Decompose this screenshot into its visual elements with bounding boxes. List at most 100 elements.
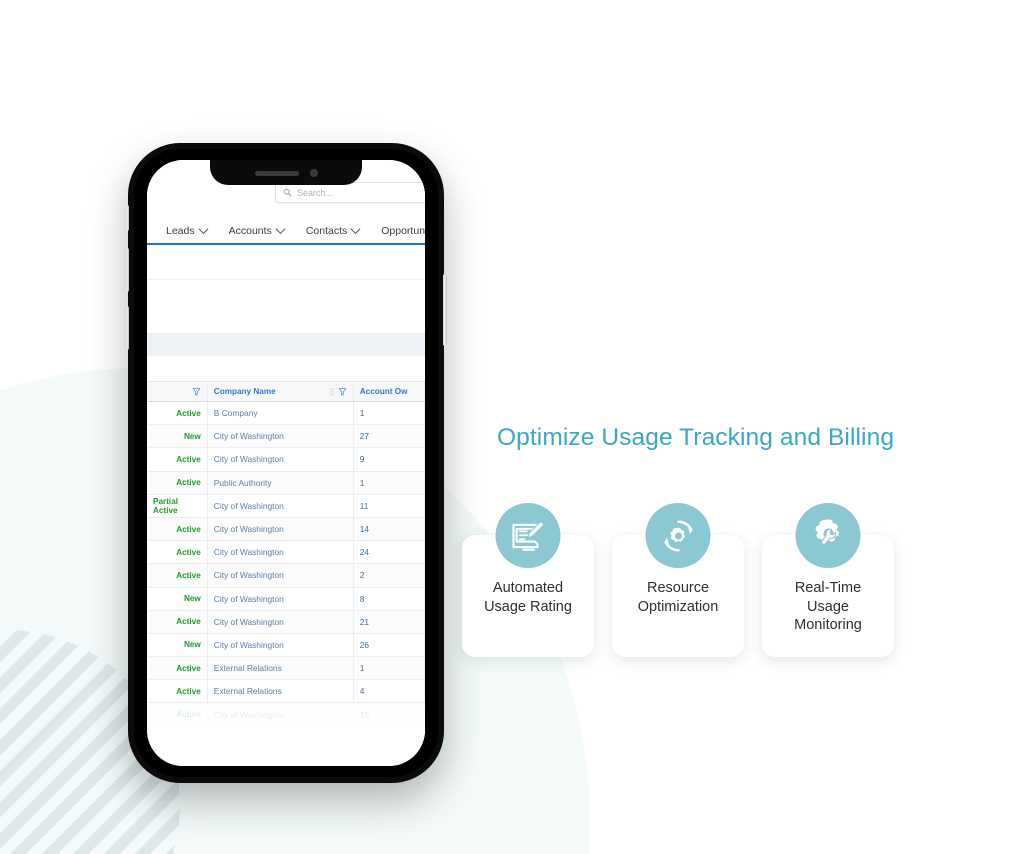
feature-card-real-time-usage-monitoring[interactable]: Real-Time Usage Monitoring [762,503,894,657]
table-row[interactable]: Active B Company 1 [147,402,425,426]
chevron-down-icon [198,224,209,235]
table-header-label: Company Name [213,387,276,396]
status-badge: Active [147,517,208,541]
table-header-company-name[interactable]: Company Name [208,382,354,401]
table-header-label: Account Ow [359,387,408,396]
company-name-cell[interactable]: City of Washington [208,587,354,610]
account-owner-cell: 8 [354,587,425,610]
company-name-cell[interactable]: B Company [208,402,354,425]
status-badge: New [147,633,208,657]
search-icon [283,188,292,197]
table-header-row: Company Name Account Ow [147,381,425,402]
feature-card-automated-usage-rating[interactable]: Automated Usage Rating [462,503,594,657]
feature-card-label: Resource Optimization [637,580,719,615]
phone-notch [210,160,362,185]
filter-icon [192,388,201,396]
table-row[interactable]: Partial Active City of Washington 11 [147,494,425,518]
nav-tab-accounts[interactable]: Accounts [218,224,295,237]
grip-icon[interactable] [329,387,334,396]
status-badge: Active [147,657,208,680]
company-name-cell[interactable]: City of Washington [208,448,354,471]
table-row[interactable]: Active External Relations 4 [147,680,425,704]
filter-icon[interactable] [338,387,347,396]
status-badge: Active [147,471,208,494]
table-row[interactable]: Active City of Washington 15 [147,703,425,727]
gear-refresh-icon [645,503,711,568]
crm-content-band-highlight [147,334,425,356]
company-name-cell[interactable]: City of Washington [208,610,354,633]
company-name-cell[interactable]: City of Washington [208,494,354,517]
account-owner-cell: 1 [354,471,425,494]
phone-mockup: Search... Leads Accounts Contacts Opport… [125,143,447,783]
company-name-cell[interactable]: External Relations [208,680,354,703]
search-input[interactable]: Search... [275,182,425,203]
status-badge: Partial Active [147,494,208,517]
nav-tab-label: Opportun [381,224,425,237]
gear-wrench-glyph [815,518,839,546]
table-row[interactable]: New City of Washington 26 [147,633,425,658]
status-badge: New [147,425,208,448]
table-row[interactable]: Active City of Washington 21 [147,610,425,634]
feature-cards: Automated Usage Rating Resource Optimizati… [462,503,894,657]
company-name-cell[interactable]: City of Washington [208,425,354,448]
phone-screen: Search... Leads Accounts Contacts Opport… [147,160,425,766]
phone-power-button[interactable] [443,274,447,346]
table-row[interactable]: Active Public Authority 1 [147,471,425,495]
company-name-cell[interactable]: External Relations [208,657,354,680]
account-owner-cell: 1 [354,402,425,425]
nav-tab-label: Accounts [228,224,272,237]
account-owner-cell: 24 [354,541,425,564]
account-owner-cell: 4 [354,680,425,703]
phone-mute-switch[interactable] [125,205,129,231]
search-placeholder-text: Search... [297,187,334,198]
table-row[interactable]: New City of Washington 8 [147,587,425,611]
table-row[interactable]: Active City of Washington 2 [147,564,425,588]
table-header-status[interactable] [147,382,208,401]
table-body: Active B Company 1 New City of Washington 27 A… [147,402,425,727]
company-name-cell[interactable]: City of Washington [208,564,354,587]
account-owner-cell: 2 [354,564,425,587]
company-name-cell[interactable]: City of Washington [208,517,354,541]
company-name-cell[interactable]: City of Washington [208,541,354,564]
front-camera-icon [309,169,318,177]
status-badge: Active [147,541,208,564]
account-owner-cell: 27 [354,425,425,448]
account-owner-cell: 26 [354,633,425,657]
crm-nav-tabs: Leads Accounts Contacts Opportun [147,218,425,245]
nav-tab-opportunities[interactable]: Opportun [370,225,425,237]
feature-card-resource-optimization[interactable]: Resource Optimization [612,503,744,657]
gear-refresh-glyph [663,519,693,552]
account-owner-cell: 21 [354,610,425,633]
crm-app: Search... Leads Accounts Contacts Opport… [147,160,425,766]
crm-content-band-2 [147,280,425,334]
account-owner-cell: 14 [354,517,425,541]
accounts-table: Company Name Account Ow Active B Company… [147,381,425,766]
table-row[interactable]: Active City of Washington 9 [147,448,425,472]
account-owner-cell: 15 [354,703,425,726]
company-name-cell[interactable]: City of Washington [208,633,354,657]
company-name-cell[interactable]: Public Authority [208,471,354,494]
table-header-account-owner[interactable]: Account Ow [354,382,425,401]
table-row[interactable]: Active City of Washington 14 [147,517,425,542]
nav-tab-contacts[interactable]: Contacts [295,224,370,237]
table-row[interactable]: New City of Washington 27 [147,425,425,449]
status-badge: Active [147,402,208,425]
page-title: Optimize Usage Tracking and Billing [497,424,895,451]
account-owner-cell: 9 [354,448,425,471]
company-name-cell[interactable]: City of Washington [208,703,354,726]
table-row[interactable]: Active City of Washington 24 [147,541,425,565]
nav-tab-label: Contacts [305,224,348,237]
feature-card-label: Automated Usage Rating [484,580,572,615]
account-owner-cell: 11 [354,494,425,517]
phone-volume-down-button[interactable] [125,306,129,350]
table-row[interactable]: Active External Relations 1 [147,657,425,681]
status-badge: New [147,587,208,610]
monitor-pencil-icon [495,503,561,568]
feature-card-label: Real-Time Usage Monitoring [794,580,862,634]
phone-volume-up-button[interactable] [125,248,129,292]
page-root: Search... Leads Accounts Contacts Opport… [0,0,1024,854]
nav-tab-leads[interactable]: Leads [155,224,218,237]
crm-content-band-1 [147,247,425,280]
status-badge: Active [147,448,208,471]
chevron-down-icon [275,224,286,235]
